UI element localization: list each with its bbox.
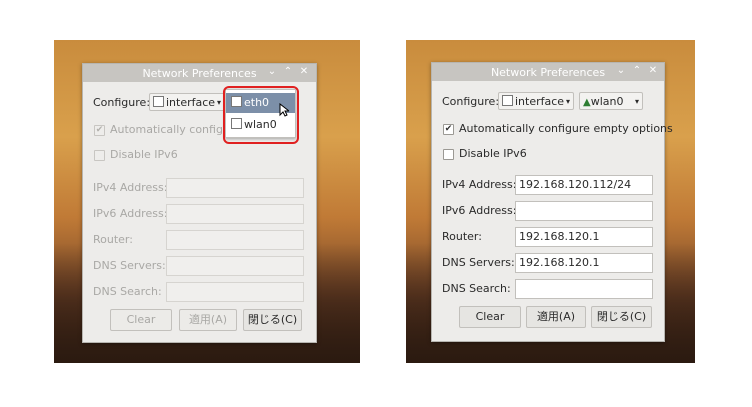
clear-button[interactable]: Clear (110, 309, 172, 331)
interface-combo[interactable]: interface ▾ (149, 93, 225, 111)
clear-button[interactable]: Clear (459, 306, 521, 328)
router-field[interactable] (166, 230, 304, 250)
router-label: Router: (442, 230, 482, 243)
ipv4-field[interactable] (166, 178, 304, 198)
configure-label: Configure: (93, 96, 151, 109)
interface-icon (502, 95, 513, 106)
dns-servers-field[interactable] (166, 256, 304, 276)
interface-icon (153, 96, 164, 107)
dns-servers-label: DNS Servers: (442, 256, 515, 269)
ipv4-label: IPv4 Address: (442, 178, 517, 191)
wireless-icon: ▲ (583, 97, 591, 108)
chevron-down-icon: ▾ (634, 97, 639, 106)
auto-config-checkbox[interactable]: ✔ (94, 125, 105, 136)
ipv6-field[interactable] (515, 201, 653, 221)
dns-servers-label: DNS Servers: (93, 259, 166, 272)
network-preferences-window: Network Preferences ⌄ ⌃ ✕ Configure: int… (431, 62, 673, 342)
ipv6-label: IPv6 Address: (93, 207, 168, 220)
chevron-up-icon[interactable]: ⌃ (631, 65, 643, 77)
ipv4-field[interactable]: 192.168.120.112/24 (515, 175, 653, 195)
chevron-up-icon[interactable]: ⌃ (282, 66, 294, 78)
dns-servers-field[interactable]: 192.168.120.1 (515, 253, 653, 273)
auto-config-label: Automatically configure empty options (459, 122, 673, 135)
title-bar[interactable]: Network Preferences ⌄ ⌃ ✕ (432, 63, 664, 81)
configure-label: Configure: (442, 95, 500, 108)
interface-combo-label: interface (166, 96, 216, 109)
window-title: Network Preferences (490, 66, 606, 79)
disable-ipv6-label: Disable IPv6 (110, 148, 178, 161)
auto-config-label: Automatically configur (110, 123, 235, 136)
left-screenshot: Network Preferences ⌄ ⌃ ✕ Configure: int… (54, 40, 360, 363)
router-label: Router: (93, 233, 133, 246)
chevron-down-icon[interactable]: ⌄ (266, 66, 278, 78)
ipv6-label: IPv6 Address: (442, 204, 517, 217)
dns-search-field[interactable] (166, 282, 304, 302)
mouse-cursor-icon (279, 103, 289, 117)
close-icon[interactable]: ✕ (647, 65, 659, 77)
close-button[interactable]: 閉じる(C) (243, 309, 302, 331)
dns-search-label: DNS Search: (93, 285, 162, 298)
disable-ipv6-checkbox[interactable] (443, 149, 454, 160)
title-bar[interactable]: Network Preferences ⌄ ⌃ ✕ (83, 64, 316, 82)
close-button[interactable]: 閉じる(C) (591, 306, 652, 328)
apply-button[interactable]: 適用(A) (179, 309, 237, 331)
apply-button[interactable]: 適用(A) (526, 306, 586, 328)
chevron-down-icon[interactable]: ⌄ (615, 65, 627, 77)
close-icon[interactable]: ✕ (298, 66, 310, 78)
router-field[interactable]: 192.168.120.1 (515, 227, 653, 247)
interface-combo[interactable]: interface ▾ (498, 92, 574, 110)
interface-combo-label: interface (515, 95, 565, 108)
chevron-down-icon: ▾ (565, 97, 570, 106)
iface-combo[interactable]: ▲wlan0 ▾ (579, 92, 643, 110)
iface-combo-label: wlan0 (590, 95, 624, 108)
ipv4-label: IPv4 Address: (93, 181, 168, 194)
disable-ipv6-checkbox[interactable] (94, 150, 105, 161)
dns-search-field[interactable] (515, 279, 653, 299)
right-screenshot: Network Preferences ⌄ ⌃ ✕ Configure: int… (406, 40, 695, 363)
dns-search-label: DNS Search: (442, 282, 511, 295)
auto-config-checkbox[interactable]: ✔ (443, 124, 454, 135)
chevron-down-icon: ▾ (216, 98, 221, 107)
disable-ipv6-label: Disable IPv6 (459, 147, 527, 160)
ipv6-field[interactable] (166, 204, 304, 224)
